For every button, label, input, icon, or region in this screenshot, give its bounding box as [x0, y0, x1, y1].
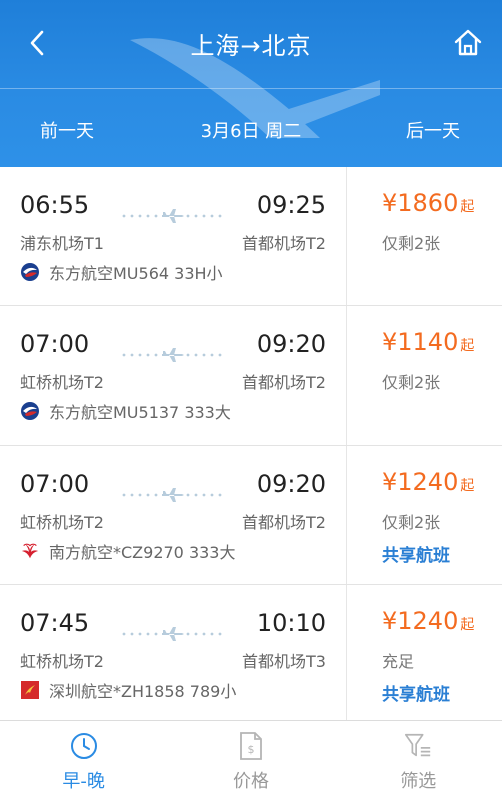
header: 上海→北京 前一天 3月6日 周二 后一天: [0, 0, 502, 167]
price-suffix: 起: [460, 617, 475, 633]
price-column: ¥1860 起 仅剩2张: [348, 167, 502, 305]
flight-item[interactable]: 07:00 09:20 虹桥机场T2 首都机场T2 东方航空MU5137 333…: [0, 306, 502, 446]
price-suffix: 起: [460, 478, 475, 494]
price: ¥1860 起: [382, 189, 474, 217]
shared-flight-badge: 共享航班: [382, 546, 450, 566]
price-column: ¥1240 起 充足 共享航班: [348, 585, 502, 720]
airline-flight-no: 深圳航空*ZH1858 789小: [49, 682, 237, 701]
next-day-button[interactable]: 后一天: [406, 117, 460, 143]
price-value: ¥1860: [382, 189, 459, 217]
china-southern-logo-icon: [20, 541, 40, 561]
flight-info: 07:00 09:20 虹桥机场T2 首都机场T2 南方航空*CZ9270 33…: [0, 446, 347, 584]
airline-flight-no: 东方航空MU564 33H小: [49, 264, 223, 283]
price: ¥1140 起: [382, 328, 474, 356]
flight-info: 06:55 09:25 浦东机场T1 首都机场T2 东方航空MU564 33H小: [0, 167, 347, 305]
tickets-remaining: 仅剩2张: [382, 234, 441, 253]
page-title: 上海→北京: [190, 32, 312, 60]
svg-text:$: $: [247, 743, 254, 756]
bottom-tab-bar: 早-晚 $ 价格 筛选: [0, 720, 502, 800]
china-eastern-logo-icon: [20, 262, 40, 282]
price-value: ¥1240: [382, 468, 459, 496]
tickets-remaining: 仅剩2张: [382, 513, 441, 532]
app: 上海→北京 前一天 3月6日 周二 后一天 06:55 09:25 浦东机场T1…: [0, 0, 502, 800]
price-column: ¥1240 起 仅剩2张 共享航班: [348, 446, 502, 584]
arrival-time: 09:20: [256, 470, 326, 498]
flight-item[interactable]: 07:00 09:20 虹桥机场T2 首都机场T2 南方航空*CZ9270 33…: [0, 446, 502, 585]
tab-price[interactable]: $ 价格: [167, 721, 334, 800]
route-plane-icon: [122, 209, 222, 223]
price-suffix: 起: [460, 338, 475, 354]
tab-label: 价格: [232, 771, 269, 792]
arrival-airport: 首都机场T2: [242, 513, 326, 532]
shenzhen-airlines-logo-icon: [20, 680, 40, 700]
filter-icon: [403, 731, 433, 761]
tickets-remaining: 充足: [382, 652, 415, 671]
tab-label: 筛选: [400, 771, 437, 792]
arrival-airport: 首都机场T2: [242, 234, 326, 253]
price-icon: $: [236, 731, 266, 761]
departure-time: 06:55: [20, 191, 90, 219]
home-icon: [454, 29, 482, 56]
arrival-time: 10:10: [256, 609, 326, 637]
tab-filter[interactable]: 筛选: [335, 721, 502, 800]
price-value: ¥1240: [382, 607, 459, 635]
departure-airport: 虹桥机场T2: [20, 652, 104, 671]
airline-row: 南方航空*CZ9270 333大: [20, 539, 235, 563]
departure-time: 07:00: [20, 330, 90, 358]
flight-info: 07:45 10:10 虹桥机场T2 首都机场T3 深圳航空*ZH1858 78…: [0, 585, 347, 720]
flight-item[interactable]: 07:45 10:10 虹桥机场T2 首都机场T3 深圳航空*ZH1858 78…: [0, 585, 502, 720]
date-bar: 前一天 3月6日 周二 后一天: [0, 89, 502, 167]
departure-airport: 浦东机场T1: [20, 234, 104, 253]
airline-row: 东方航空MU564 33H小: [20, 260, 223, 284]
tab-label: 早-晚: [62, 771, 105, 792]
departure-airport: 虹桥机场T2: [20, 373, 104, 392]
arrival-time: 09:25: [256, 191, 326, 219]
price: ¥1240 起: [382, 607, 474, 635]
tab-time-order[interactable]: 早-晚: [0, 721, 167, 800]
price-value: ¥1140: [382, 328, 459, 356]
home-button[interactable]: [450, 24, 486, 60]
clock-icon: [69, 731, 99, 761]
tickets-remaining: 仅剩2张: [382, 373, 441, 392]
airline-flight-no: 东方航空MU5137 333大: [49, 403, 231, 422]
departure-time: 07:45: [20, 609, 90, 637]
top-bar: 上海→北京: [0, 0, 502, 88]
price: ¥1240 起: [382, 468, 474, 496]
arrival-airport: 首都机场T3: [242, 652, 326, 671]
china-eastern-logo-icon: [20, 401, 40, 421]
arrival-airport: 首都机场T2: [242, 373, 326, 392]
arrival-time: 09:20: [256, 330, 326, 358]
airline-row: 东方航空MU5137 333大: [20, 399, 231, 423]
flight-item[interactable]: 06:55 09:25 浦东机场T1 首都机场T2 东方航空MU564 33H小…: [0, 167, 502, 306]
price-column: ¥1140 起 仅剩2张: [348, 306, 502, 445]
route-plane-icon: [122, 488, 222, 502]
airline-row: 深圳航空*ZH1858 789小: [20, 678, 236, 702]
price-suffix: 起: [460, 199, 475, 215]
shared-flight-badge: 共享航班: [382, 685, 450, 705]
route-plane-icon: [122, 627, 222, 641]
departure-time: 07:00: [20, 470, 90, 498]
airline-flight-no: 南方航空*CZ9270 333大: [49, 543, 236, 562]
flight-list[interactable]: 06:55 09:25 浦东机场T1 首都机场T2 东方航空MU564 33H小…: [0, 167, 502, 720]
departure-airport: 虹桥机场T2: [20, 513, 104, 532]
flight-info: 07:00 09:20 虹桥机场T2 首都机场T2 东方航空MU5137 333…: [0, 306, 347, 445]
route-plane-icon: [122, 348, 222, 362]
